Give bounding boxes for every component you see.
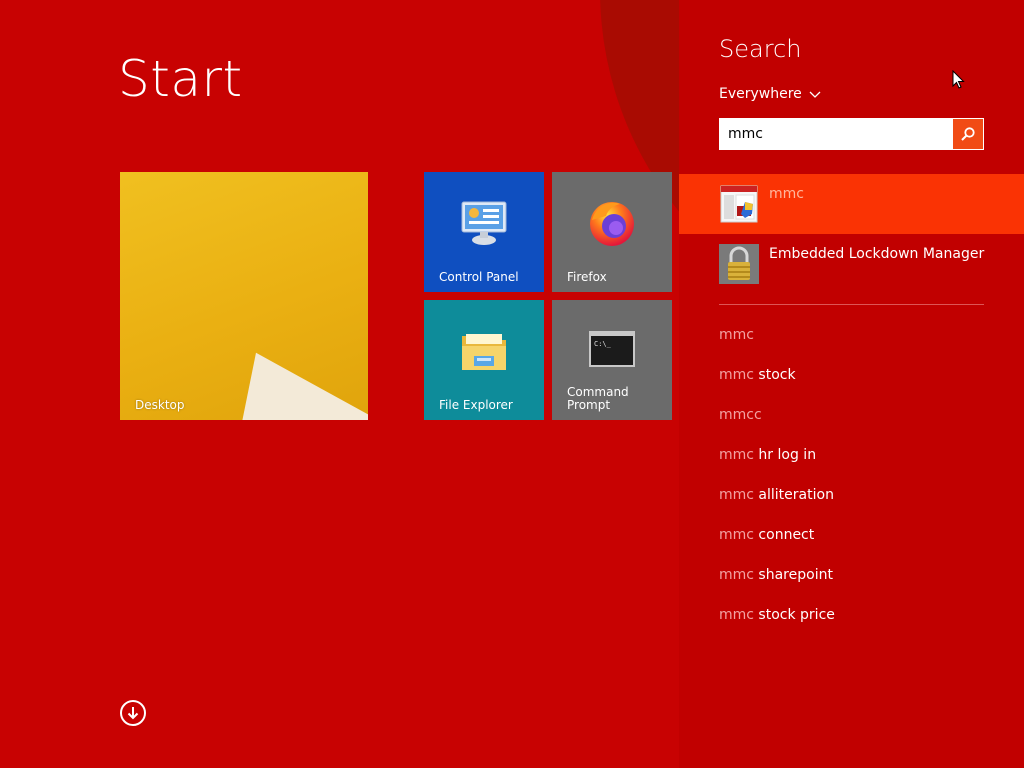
tile-label: Command Prompt [567, 386, 629, 412]
search-suggestion[interactable]: mmc stock price [719, 605, 835, 645]
start-screen: Start Desktop Control Panel Firefox File… [0, 0, 679, 768]
suggestion-query-part: mmc [719, 327, 754, 343]
tile-desktop[interactable]: Desktop [120, 172, 368, 420]
tile-label: File Explorer [439, 398, 513, 412]
search-suggestion[interactable]: mmcc [719, 405, 835, 445]
suggestion-query-part: mmc [719, 607, 754, 623]
command-prompt-icon: C:\_ [589, 331, 635, 367]
tile-label: Control Panel [439, 270, 519, 284]
tile-firefox[interactable]: Firefox [552, 172, 672, 292]
tile-command-prompt[interactable]: C:\_ Command Prompt [552, 300, 672, 420]
tile-file-explorer[interactable]: File Explorer [424, 300, 544, 420]
desktop-wallpaper-shape [240, 352, 368, 420]
search-suggestion[interactable]: mmc sharepoint [719, 565, 835, 605]
search-result-label: mmc [769, 186, 804, 202]
search-result-mmc[interactable]: mmc [679, 174, 1024, 234]
tile-label: Firefox [567, 270, 607, 284]
suggestion-completion: stock price [753, 607, 835, 623]
search-title: Search [719, 35, 802, 63]
suggestion-completion: sharepoint [753, 567, 833, 583]
suggestion-query-part: mmcc [719, 407, 762, 423]
search-input[interactable] [720, 119, 952, 149]
tile-control-panel[interactable]: Control Panel [424, 172, 544, 292]
tile-label-line-2: Prompt [567, 398, 611, 412]
divider [719, 304, 984, 305]
suggestion-completion: stock [753, 367, 796, 383]
search-result-label: Embedded Lockdown Manager [769, 246, 985, 262]
suggestion-query-part: mmc [719, 447, 754, 463]
suggestion-query-part: mmc [719, 567, 754, 583]
search-suggestion[interactable]: mmc alliteration [719, 485, 835, 525]
search-pane: Search Everywhere mmc mmc Embedded Lockd… [679, 0, 1024, 768]
search-button[interactable] [953, 119, 983, 149]
search-suggestions: mmc mmc stock mmcc mmc hr log in mmc all… [719, 325, 835, 645]
mouse-pointer-icon [952, 70, 965, 89]
mmc-app-icon [720, 185, 758, 223]
search-scope-label: Everywhere [719, 86, 802, 102]
svg-text:C:\_: C:\_ [594, 340, 612, 348]
search-suggestion[interactable]: mmc connect [719, 525, 835, 565]
control-panel-icon [461, 201, 507, 245]
firefox-icon [590, 202, 634, 246]
padlock-app-icon [719, 244, 759, 284]
suggestion-completion: connect [753, 527, 815, 543]
arrow-down-icon [127, 707, 139, 720]
search-icon [961, 127, 975, 141]
search-scope-dropdown[interactable]: Everywhere [719, 86, 822, 102]
search-suggestion[interactable]: mmc hr log in [719, 445, 835, 485]
suggestion-completion: hr log in [753, 447, 817, 463]
tile-label-line-1: Command [567, 385, 629, 399]
all-apps-button[interactable] [120, 700, 146, 726]
search-result-embedded-lockdown-manager[interactable]: Embedded Lockdown Manager [679, 234, 1024, 294]
page-title: Start [118, 50, 243, 108]
chevron-down-icon [809, 91, 821, 98]
search-suggestion[interactable]: mmc [719, 325, 835, 365]
suggestion-query-part: mmc [719, 487, 754, 503]
folder-icon [462, 334, 506, 370]
suggestion-completion: alliteration [753, 487, 834, 503]
suggestion-query-part: mmc [719, 367, 754, 383]
tile-label: Desktop [135, 398, 185, 412]
search-suggestion[interactable]: mmc stock [719, 365, 835, 405]
suggestion-query-part: mmc [719, 527, 754, 543]
search-box [719, 118, 984, 150]
